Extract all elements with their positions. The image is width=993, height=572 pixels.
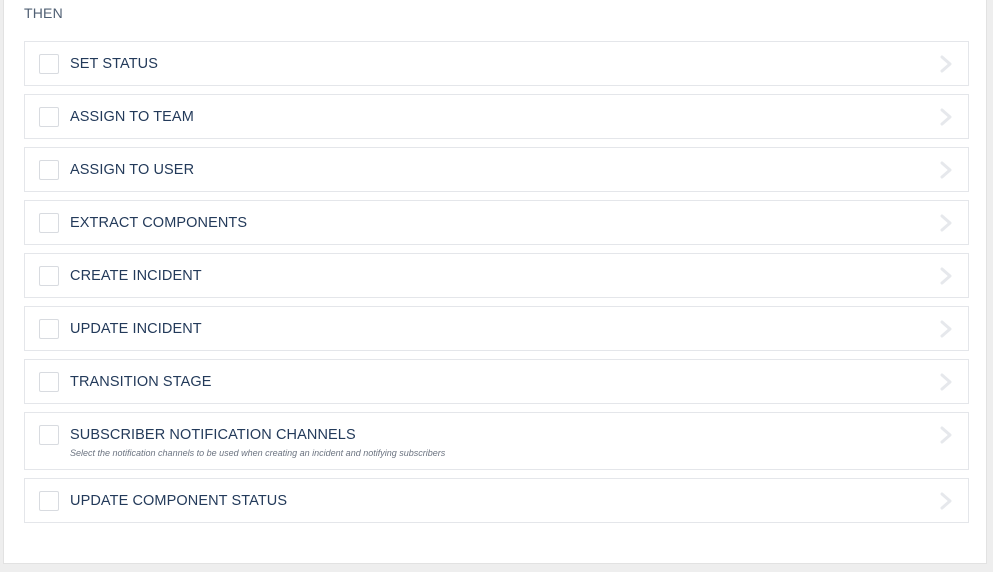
section-title: THEN	[24, 5, 63, 21]
chevron-right-icon[interactable]	[940, 320, 952, 338]
action-row-assign-to-team[interactable]: ASSIGN TO TEAM	[24, 94, 969, 139]
chevron-right-icon[interactable]	[940, 214, 952, 232]
create-incident-checkbox[interactable]	[39, 266, 59, 286]
chevron-right-icon[interactable]	[940, 108, 952, 126]
action-list: SET STATUS ASSIGN TO TEAM ASSIGN TO USER…	[24, 41, 969, 531]
chevron-right-icon[interactable]	[940, 161, 952, 179]
transition-stage-checkbox[interactable]	[39, 372, 59, 392]
action-label: UPDATE INCIDENT	[70, 321, 202, 337]
assign-to-team-checkbox[interactable]	[39, 107, 59, 127]
action-row-subscriber-notification-channels[interactable]: SUBSCRIBER NOTIFICATION CHANNELS Select …	[24, 412, 969, 470]
update-incident-checkbox[interactable]	[39, 319, 59, 339]
action-row-update-incident[interactable]: UPDATE INCIDENT	[24, 306, 969, 351]
action-row-update-component-status[interactable]: UPDATE COMPONENT STATUS	[24, 478, 969, 523]
action-label: TRANSITION STAGE	[70, 374, 212, 390]
chevron-right-icon[interactable]	[940, 55, 952, 73]
then-actions-panel: THEN SET STATUS ASSIGN TO TEAM ASSIGN TO…	[3, 0, 987, 564]
action-label: CREATE INCIDENT	[70, 268, 202, 284]
chevron-right-icon[interactable]	[940, 373, 952, 391]
action-label: EXTRACT COMPONENTS	[70, 215, 248, 231]
action-label: UPDATE COMPONENT STATUS	[70, 493, 288, 509]
set-status-checkbox[interactable]	[39, 54, 59, 74]
update-component-status-checkbox[interactable]	[39, 491, 59, 511]
chevron-right-icon[interactable]	[940, 492, 952, 510]
action-row-create-incident[interactable]: CREATE INCIDENT	[24, 253, 969, 298]
action-label: ASSIGN TO USER	[70, 162, 195, 178]
action-row-set-status[interactable]: SET STATUS	[24, 41, 969, 86]
chevron-right-icon[interactable]	[940, 426, 952, 444]
extract-components-checkbox[interactable]	[39, 213, 59, 233]
action-label: SET STATUS	[70, 56, 159, 72]
action-label: ASSIGN TO TEAM	[70, 109, 194, 125]
assign-to-user-checkbox[interactable]	[39, 160, 59, 180]
action-label: SUBSCRIBER NOTIFICATION CHANNELS	[70, 427, 356, 443]
chevron-right-icon[interactable]	[940, 267, 952, 285]
action-description: Select the notification channels to be u…	[70, 448, 446, 458]
action-row-transition-stage[interactable]: TRANSITION STAGE	[24, 359, 969, 404]
action-row-extract-components[interactable]: EXTRACT COMPONENTS	[24, 200, 969, 245]
subscriber-notification-channels-checkbox[interactable]	[39, 425, 59, 445]
action-row-assign-to-user[interactable]: ASSIGN TO USER	[24, 147, 969, 192]
